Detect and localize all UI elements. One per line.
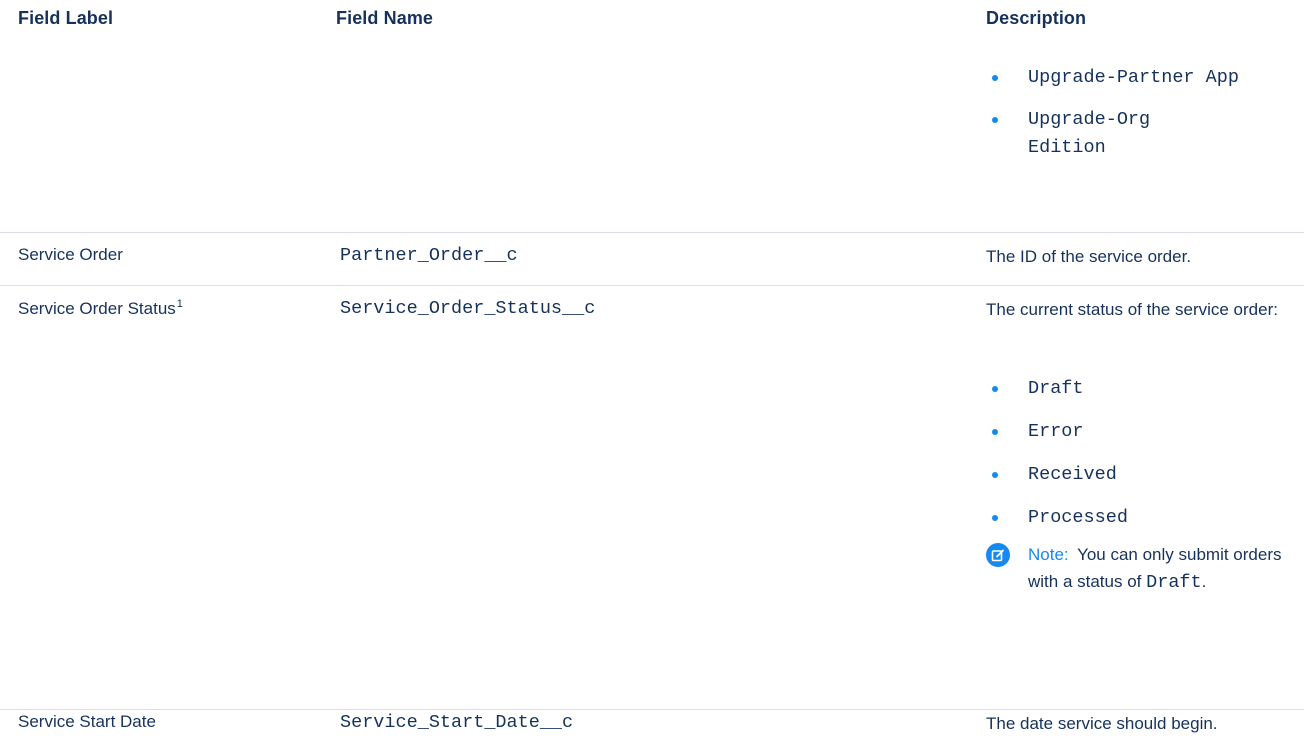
bullet-list: Upgrade-Partner App Upgrade-Org Edition	[986, 64, 1298, 162]
field-description: The date service should begin.	[986, 714, 1218, 733]
list-item: Upgrade-Org Edition	[986, 106, 1228, 162]
table-row: Service Order Status1 Service_Order_Stat…	[0, 286, 1304, 646]
note-text: Note: You can only submit orders with a …	[1028, 541, 1288, 596]
header-field-label: Field Label	[18, 8, 114, 28]
field-name: Service_Start_Date__c	[340, 712, 574, 733]
note-code: Draft	[1146, 572, 1202, 593]
bullet-icon	[992, 429, 998, 435]
list-item: Draft	[986, 375, 1298, 403]
table-row: Service Order Partner_Order__c The ID of…	[0, 233, 1304, 285]
field-reference-table: Field Label Field Name Description Upgra…	[0, 0, 1304, 733]
edit-note-icon	[986, 543, 1010, 567]
table-header-row: Field Label Field Name Description	[0, 0, 1304, 42]
header-description: Description	[986, 8, 1087, 28]
bullet-icon	[992, 515, 998, 521]
list-item: Upgrade-Partner App	[986, 64, 1268, 92]
field-name: Partner_Order__c	[340, 245, 518, 266]
status-bullet-list: Draft Error Received Processed	[986, 375, 1298, 532]
table-row: Service Start Date Service_Start_Date__c…	[0, 710, 1304, 740]
note-period: .	[1201, 572, 1207, 591]
list-item: Processed	[986, 504, 1298, 532]
note-label: Note:	[1028, 545, 1069, 564]
field-description: The current status of the service order:	[986, 300, 1278, 319]
bullet-icon	[992, 117, 998, 123]
bullet-icon	[992, 75, 998, 81]
field-label: Service Start Date	[18, 712, 156, 731]
field-label: Service Order	[18, 245, 123, 264]
table-row-continued: Upgrade-Partner App Upgrade-Org Edition	[0, 42, 1304, 232]
footnote-marker: 1	[176, 298, 183, 310]
field-name: Service_Order_Status__c	[340, 298, 596, 319]
bullet-icon	[992, 472, 998, 478]
field-label: Service Order Status1	[18, 298, 183, 319]
list-item: Error	[986, 418, 1298, 446]
field-label-text: Service Order Status	[18, 299, 176, 318]
field-description: The ID of the service order.	[986, 247, 1192, 266]
header-field-name: Field Name	[336, 8, 434, 28]
bullet-icon	[992, 386, 998, 392]
list-item: Received	[986, 461, 1298, 489]
